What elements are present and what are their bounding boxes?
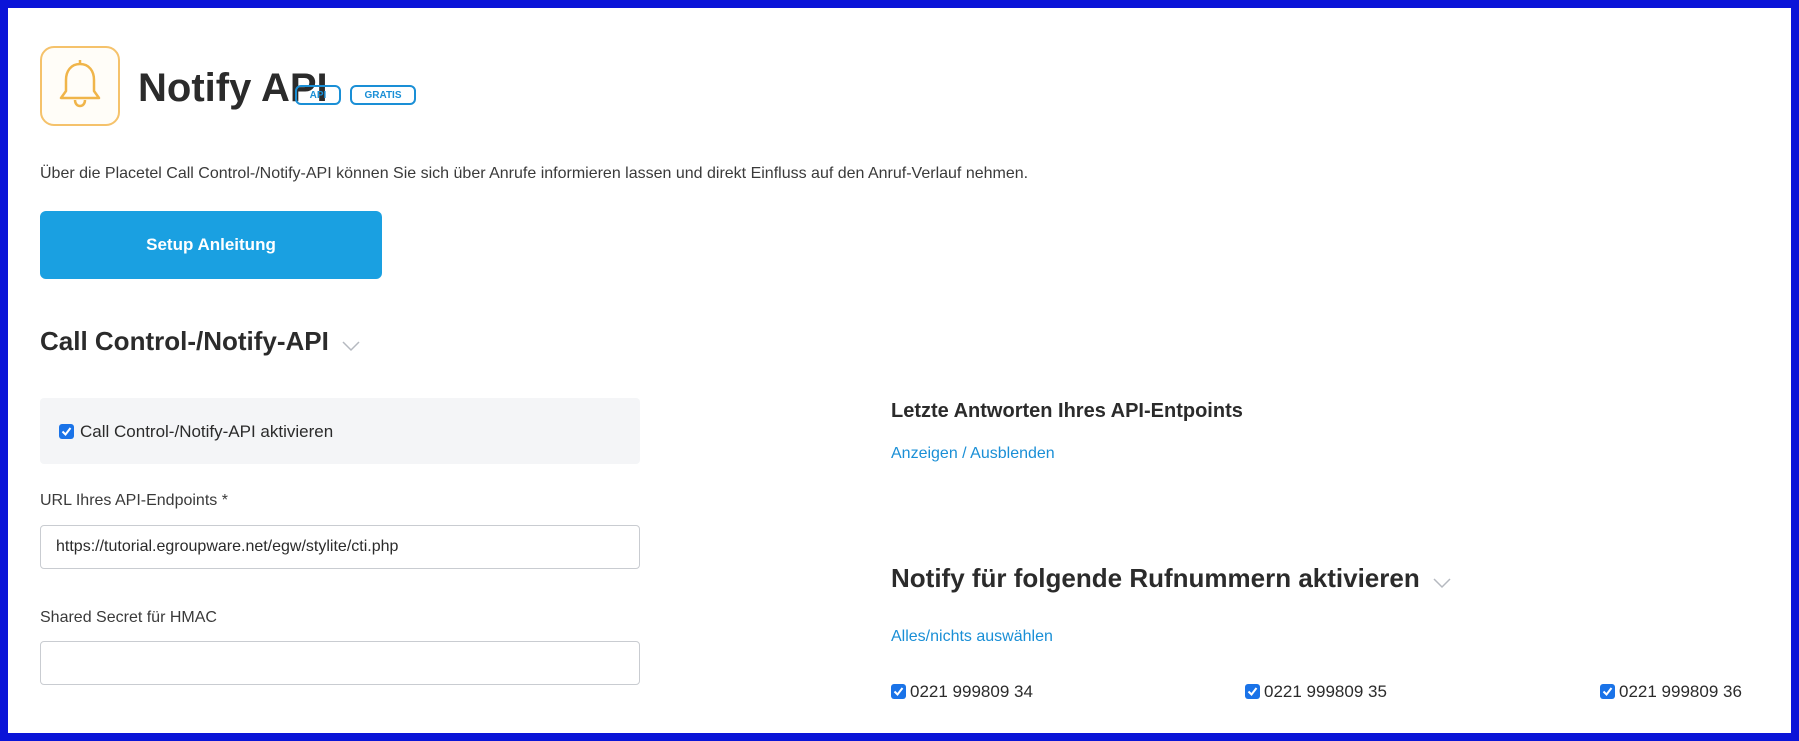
checkbox-checked-icon[interactable] xyxy=(59,424,74,440)
number-checkbox-35[interactable]: 0221 999809 35 xyxy=(1245,681,1387,702)
section-title-numbers[interactable]: Notify für folgende Rufnummern aktiviere… xyxy=(891,563,1451,596)
bell-icon xyxy=(57,59,103,114)
page-frame: Notify API API GRATIS Über die Placetel … xyxy=(8,8,1791,733)
toggle-responses-link[interactable]: Anzeigen / Ausblenden xyxy=(891,445,1055,463)
url-field-label: URL Ihres API-Endpoints * xyxy=(40,492,228,509)
number-label: 0221 999809 34 xyxy=(910,681,1033,701)
badge-api: API xyxy=(295,85,341,105)
activate-api-checkbox[interactable]: Call Control-/Notify-API aktivieren xyxy=(59,421,333,442)
secret-field-label: Shared Secret für HMAC xyxy=(40,609,217,626)
checkbox-checked-icon[interactable] xyxy=(1245,684,1260,700)
section-title-api-label: Call Control-/Notify-API xyxy=(40,326,329,356)
chevron-down-icon[interactable] xyxy=(342,328,360,359)
checkbox-checked-icon[interactable] xyxy=(891,684,906,700)
number-checkbox-36[interactable]: 0221 999809 36 xyxy=(1600,681,1742,702)
checkbox-checked-icon[interactable] xyxy=(1600,684,1615,700)
activate-api-label: Call Control-/Notify-API aktivieren xyxy=(80,421,334,441)
section-title-numbers-label: Notify für folgende Rufnummern aktiviere… xyxy=(891,563,1420,593)
number-label: 0221 999809 35 xyxy=(1264,681,1387,701)
section-title-api[interactable]: Call Control-/Notify-API xyxy=(40,326,360,359)
api-endpoint-url-input[interactable] xyxy=(40,525,640,569)
badge-gratis: GRATIS xyxy=(350,85,416,105)
select-all-link[interactable]: Alles/nichts auswählen xyxy=(891,628,1053,646)
shared-secret-input[interactable] xyxy=(40,641,640,685)
page-description: Über die Placetel Call Control-/Notify-A… xyxy=(40,165,1029,182)
chevron-down-icon[interactable] xyxy=(1433,565,1451,596)
number-checkbox-34[interactable]: 0221 999809 34 xyxy=(891,681,1033,702)
responses-title: Letzte Antworten Ihres API-Entpoints xyxy=(891,400,1243,422)
app-icon xyxy=(40,46,120,126)
setup-guide-button[interactable]: Setup Anleitung xyxy=(40,211,382,279)
activate-api-panel: Call Control-/Notify-API aktivieren xyxy=(40,398,640,464)
number-label: 0221 999809 36 xyxy=(1619,681,1742,701)
